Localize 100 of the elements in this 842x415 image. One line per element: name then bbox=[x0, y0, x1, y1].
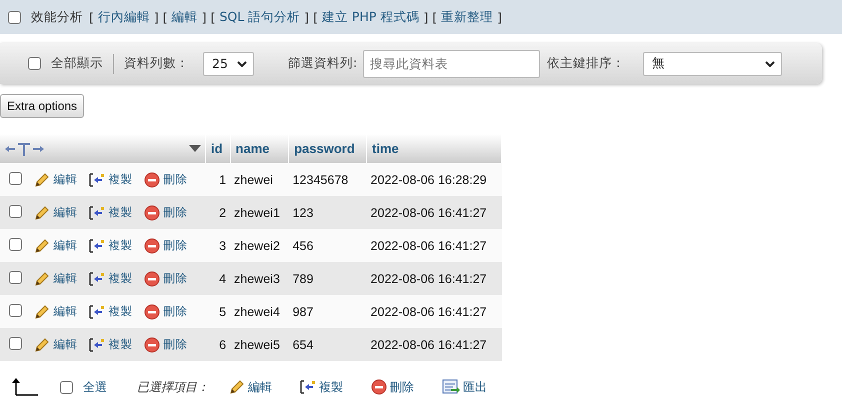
extra-options-button[interactable]: Extra options bbox=[0, 94, 84, 118]
profiling-label: 效能分析 bbox=[31, 8, 83, 26]
filter-field[interactable]: 搜尋此資料表 bbox=[363, 50, 540, 78]
table-cell: 2022-08-06 16:41:27 bbox=[366, 262, 502, 295]
pencil-icon bbox=[34, 172, 50, 188]
copy-icon bbox=[89, 336, 106, 352]
edit-link[interactable]: 編輯 bbox=[34, 304, 78, 320]
table-cell: 12345678 bbox=[288, 163, 367, 196]
copy-link[interactable]: 複製 bbox=[89, 304, 132, 320]
table-cell: 2 bbox=[206, 196, 230, 229]
checkbox[interactable] bbox=[60, 380, 73, 394]
action-link[interactable]: 編輯 bbox=[172, 8, 198, 26]
pencil-icon bbox=[34, 270, 50, 286]
bracket: [ bbox=[162, 10, 168, 24]
checkbox[interactable] bbox=[9, 270, 22, 284]
select-all-label[interactable]: 全選 bbox=[83, 378, 107, 396]
table-cell: 456 bbox=[288, 229, 367, 262]
checkbox[interactable] bbox=[8, 10, 21, 24]
bracket: ] bbox=[154, 10, 159, 24]
with-selected-label: 已選擇項目： bbox=[137, 378, 209, 396]
column-header[interactable]: time bbox=[366, 134, 502, 163]
copy-link[interactable]: 複製 bbox=[89, 270, 132, 286]
table-cell: 2022-08-06 16:41:27 bbox=[366, 295, 502, 328]
delete-icon bbox=[144, 204, 160, 220]
table-cell: zhewei4 bbox=[230, 295, 289, 328]
copy-icon bbox=[89, 172, 106, 188]
bracket: ] bbox=[423, 10, 428, 24]
bracket: [ bbox=[313, 10, 318, 24]
edit-link[interactable]: 編輯 bbox=[34, 172, 78, 188]
edit-link[interactable]: 編輯 bbox=[34, 204, 78, 220]
table-cell: 2022-08-06 16:28:29 bbox=[366, 163, 502, 196]
pencil-icon bbox=[34, 336, 50, 352]
bracket: ] bbox=[497, 10, 502, 24]
chevron-icon bbox=[237, 60, 247, 66]
delete-link[interactable]: 刪除 bbox=[144, 204, 188, 220]
column-header[interactable]: id bbox=[206, 134, 230, 163]
pencil-icon bbox=[34, 238, 50, 254]
column-header[interactable]: name bbox=[230, 134, 289, 163]
rows-select[interactable]: 25 bbox=[203, 52, 254, 76]
chevron-icon bbox=[765, 60, 776, 66]
table-cell: 6 bbox=[206, 328, 230, 361]
bracket: ] bbox=[304, 10, 310, 24]
delete-link[interactable]: 刪除 bbox=[144, 172, 188, 188]
bracket: ] bbox=[202, 10, 207, 24]
action-link[interactable]: 重新整理 bbox=[441, 8, 494, 26]
delete-icon bbox=[144, 304, 160, 320]
pencil-icon bbox=[229, 379, 245, 395]
checkbox[interactable] bbox=[9, 304, 22, 316]
table-cell: zhewei3 bbox=[230, 262, 289, 295]
edit-link[interactable]: 編輯 bbox=[34, 336, 78, 352]
table-cell: 3 bbox=[206, 229, 230, 262]
action-link[interactable]: 行內編輯 bbox=[98, 8, 150, 26]
table-cell: 789 bbox=[288, 262, 367, 295]
sort-select[interactable]: 無 bbox=[643, 52, 782, 76]
select-arrow-icon bbox=[12, 377, 40, 397]
table-cell: 1 bbox=[206, 163, 230, 196]
dropdown-icon bbox=[189, 144, 201, 152]
column-header[interactable]: password bbox=[288, 134, 367, 163]
edit-link[interactable]: 編輯 bbox=[34, 238, 78, 254]
bracket: [ bbox=[432, 10, 438, 24]
action-link[interactable]: SQL 語句分析 bbox=[219, 8, 300, 26]
delete-icon bbox=[371, 379, 387, 395]
rows-label: 資料列數： bbox=[124, 55, 189, 72]
pencil-icon bbox=[34, 204, 50, 220]
export-link[interactable]: 匯出 bbox=[442, 378, 487, 396]
table-cell: 123 bbox=[288, 196, 367, 229]
copy-link[interactable]: 複製 bbox=[89, 238, 132, 254]
copy-icon bbox=[89, 238, 106, 254]
checkbox[interactable] bbox=[9, 204, 22, 218]
edit-link[interactable]: 編輯 bbox=[34, 270, 78, 286]
table-cell: 2022-08-06 16:41:27 bbox=[366, 328, 502, 361]
copy-link[interactable]: 複製 bbox=[89, 336, 132, 352]
table-cell: 654 bbox=[288, 328, 367, 361]
filter-label: 篩選資料列: bbox=[288, 55, 358, 72]
bracket: [ bbox=[89, 10, 94, 24]
copy-icon bbox=[300, 379, 316, 395]
bracket: [ bbox=[210, 10, 216, 24]
delete-link[interactable]: 刪除 bbox=[371, 378, 414, 396]
table-cell: zhewei bbox=[230, 163, 289, 196]
delete-icon bbox=[144, 238, 160, 254]
delete-link[interactable]: 刪除 bbox=[144, 336, 188, 352]
checkbox[interactable] bbox=[9, 172, 22, 184]
pencil-icon bbox=[34, 304, 50, 320]
export-icon bbox=[442, 379, 460, 395]
table-cell: zhewei2 bbox=[230, 229, 289, 262]
action-link[interactable]: 建立 PHP 程式碼 bbox=[322, 8, 420, 26]
edit-link[interactable]: 編輯 bbox=[229, 378, 272, 396]
checkbox[interactable] bbox=[9, 238, 22, 250]
table-cell: 987 bbox=[288, 295, 367, 328]
copy-link[interactable]: 複製 bbox=[89, 172, 132, 188]
delete-icon bbox=[144, 172, 160, 188]
checkbox[interactable] bbox=[28, 57, 41, 70]
copy-link[interactable]: 複製 bbox=[89, 204, 132, 220]
delete-link[interactable]: 刪除 bbox=[144, 238, 188, 254]
delete-link[interactable]: 刪除 bbox=[144, 270, 188, 286]
checkbox[interactable] bbox=[9, 336, 22, 350]
table-cell: zhewei5 bbox=[230, 328, 289, 361]
copy-link[interactable]: 複製 bbox=[300, 378, 343, 396]
table-cell: 4 bbox=[206, 262, 230, 295]
delete-link[interactable]: 刪除 bbox=[144, 304, 188, 320]
